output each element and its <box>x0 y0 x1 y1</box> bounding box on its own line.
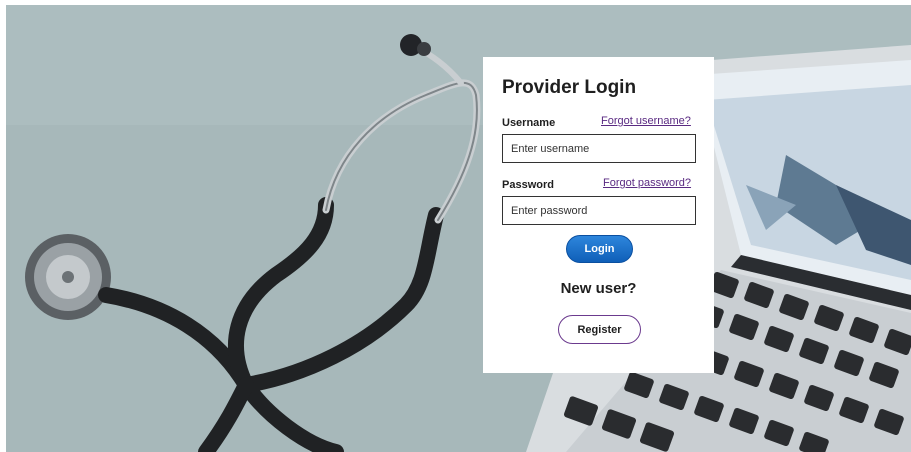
page-title: Provider Login <box>502 77 637 98</box>
username-label: Username <box>502 117 556 129</box>
stethoscope-laptop-illustration <box>6 5 911 452</box>
register-button[interactable]: Register <box>558 315 641 344</box>
password-field[interactable] <box>502 196 696 225</box>
forgot-password-link[interactable]: Forgot password? <box>603 177 691 189</box>
login-card: Provider Login Username Forgot username?… <box>483 57 714 373</box>
login-button[interactable]: Login <box>566 235 633 263</box>
password-label: Password <box>502 179 554 191</box>
forgot-username-link[interactable]: Forgot username? <box>601 115 691 127</box>
background-photo: Provider Login Username Forgot username?… <box>6 5 911 452</box>
username-field[interactable] <box>502 134 696 163</box>
new-user-heading: New user? <box>560 280 637 297</box>
